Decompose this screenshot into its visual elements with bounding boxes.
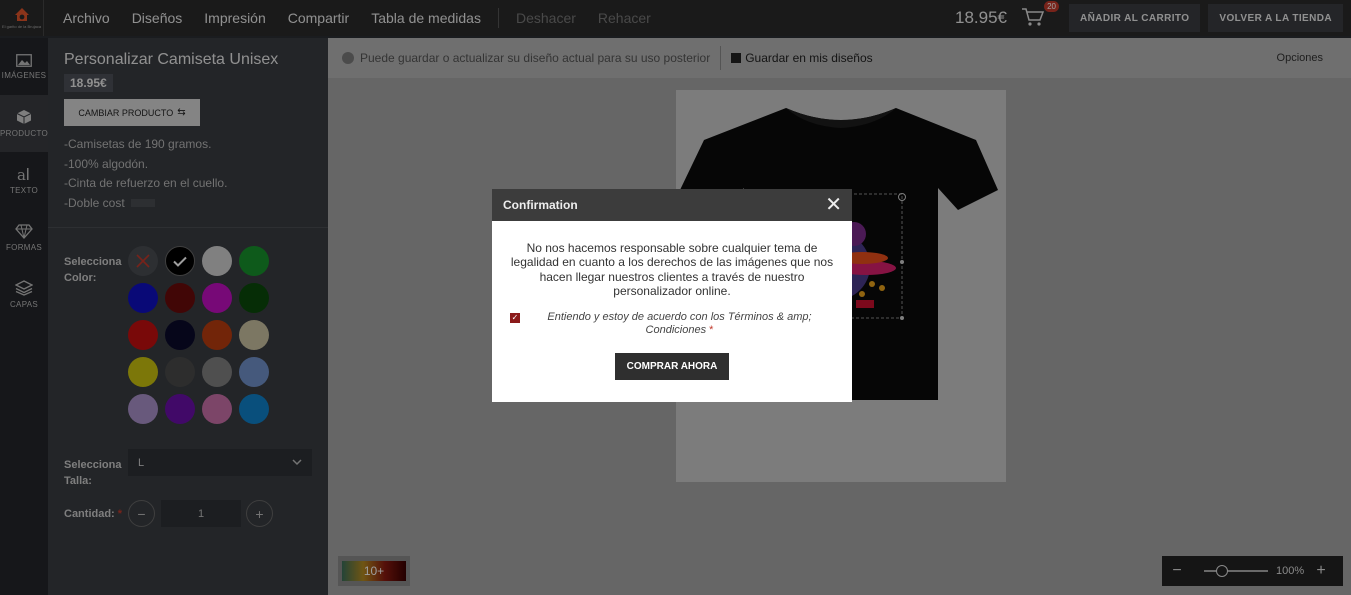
dialog-header: Confirmation ✕ xyxy=(492,189,852,221)
dialog-message: No nos hacemos responsable sobre cualqui… xyxy=(510,241,834,299)
terms-checkbox[interactable]: ✓ xyxy=(510,312,520,323)
dialog-title: Confirmation xyxy=(503,198,578,212)
buy-now-button[interactable]: COMPRAR AHORA xyxy=(615,352,729,380)
terms-agreement: ✓ Entiendo y estoy de acuerdo con los Té… xyxy=(510,311,834,338)
terms-text: Entiendo y estoy de acuerdo con los Térm… xyxy=(547,310,812,337)
confirmation-dialog: Confirmation ✕ No nos hacemos responsabl… xyxy=(492,189,852,402)
close-icon[interactable]: ✕ xyxy=(825,195,842,215)
required-marker: * xyxy=(709,324,714,337)
dialog-body: No nos hacemos responsable sobre cualqui… xyxy=(492,221,852,380)
